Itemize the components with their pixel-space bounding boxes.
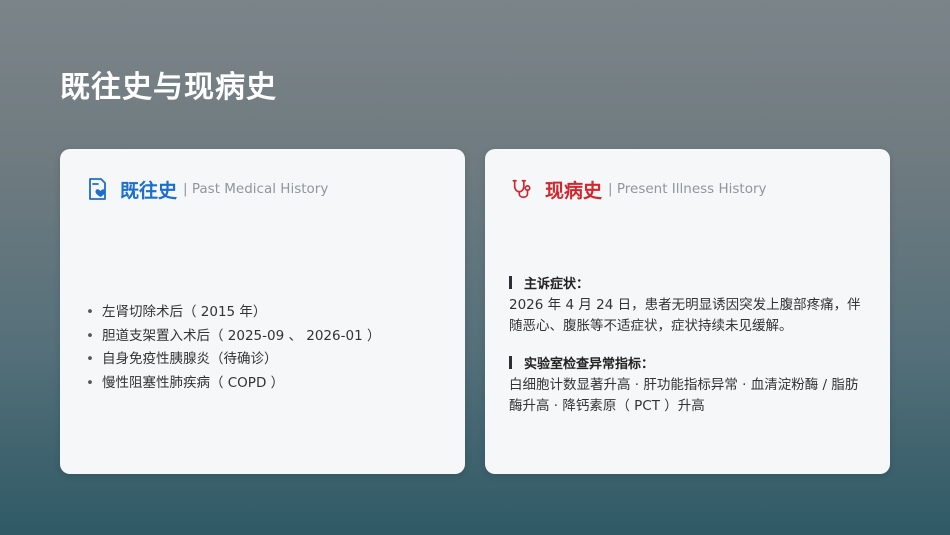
stethoscope-icon (511, 177, 533, 201)
present-illness-subtitle: | Present Illness History (608, 181, 767, 197)
section-marker (509, 275, 512, 289)
list-item: 慢性阻塞性肺疾病（ COPD ） (86, 372, 380, 396)
slide: 既往史与现病史 既往史 | Past Medical History 左肾切除术… (0, 0, 950, 535)
list-item: 胆道支架置入术后（ 2025-09 、 2026-01 ） (86, 325, 380, 349)
list-item: 左肾切除术后（ 2015 年） (86, 301, 380, 325)
chief-complaint-heading: 主诉症状： (509, 273, 871, 292)
chief-complaint-heading-text: 主诉症状： (524, 276, 590, 292)
present-illness-header: 现病史 | Present Illness History (511, 175, 767, 203)
chief-complaint-text: 2026 年 4 月 24 日，患者无明显诱因突发上腹部疼痛，伴随恶心、腹胀等不… (509, 297, 861, 334)
lab-findings-heading: 实验室检查异常指标： (509, 353, 871, 372)
past-history-card: 既往史 | Past Medical History 左肾切除术后（ 2015 … (60, 149, 465, 474)
list-item: 自身免疫性胰腺炎（待确诊） (86, 348, 380, 372)
past-history-list: 左肾切除术后（ 2015 年） 胆道支架置入术后（ 2025-09 、 2026… (86, 301, 380, 395)
chief-complaint-section: 主诉症状： 2026 年 4 月 24 日，患者无明显诱因突发上腹部疼痛，伴随恶… (509, 273, 871, 337)
present-illness-title: 现病史 (545, 179, 603, 202)
present-illness-card: 现病史 | Present Illness History 主诉症状： 2026… (485, 149, 890, 474)
lab-findings-text: 白细胞计数显著升高 · 肝功能指标异常 · 血清淀粉酶 / 脂肪酶升高 · 降钙… (509, 377, 859, 414)
page-title: 既往史与现病史 (60, 70, 277, 105)
section-marker (509, 355, 512, 369)
past-history-title: 既往史 (120, 179, 178, 202)
past-history-subtitle: | Past Medical History (183, 181, 329, 197)
past-history-header: 既往史 | Past Medical History (86, 175, 328, 203)
lab-findings-section: 实验室检查异常指标： 白细胞计数显著升高 · 肝功能指标异常 · 血清淀粉酶 /… (509, 353, 871, 417)
medical-record-heart-icon (86, 177, 108, 201)
lab-findings-heading-text: 实验室检查异常指标： (524, 356, 655, 372)
